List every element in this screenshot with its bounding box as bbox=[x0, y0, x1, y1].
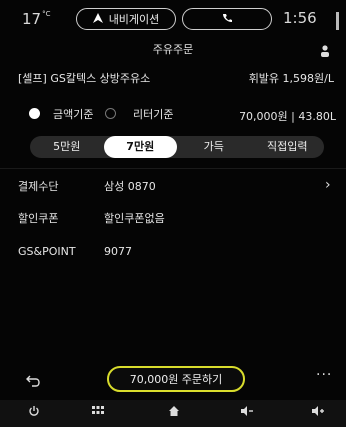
navigation-arrow-icon bbox=[92, 12, 103, 26]
amount-summary: 70,000원 | 43.80L bbox=[239, 110, 336, 123]
home-icon[interactable] bbox=[168, 405, 180, 420]
apps-grid-icon[interactable] bbox=[92, 405, 104, 419]
page-title: 주유주문 bbox=[152, 43, 194, 56]
phone-button[interactable] bbox=[182, 8, 272, 30]
volume-up-icon[interactable] bbox=[311, 405, 325, 420]
liter-basis-label: 리터기준 bbox=[133, 108, 174, 121]
scroll-indicator bbox=[336, 12, 339, 30]
coupon-label: 할인쿠폰 bbox=[18, 212, 59, 225]
navigation-button[interactable]: 내비게이션 bbox=[76, 8, 176, 30]
amount-option-full[interactable]: 가득 bbox=[177, 136, 251, 158]
payment-value[interactable]: 삼성 0870 bbox=[104, 178, 156, 194]
station-name: [셀프] GS칼텍스 상방주유소 bbox=[18, 72, 151, 85]
status-bar: 17°C 내비게이션 1:56 bbox=[0, 0, 346, 36]
chevron-right-icon[interactable]: › bbox=[325, 177, 331, 193]
clock: 1:56 bbox=[283, 9, 317, 27]
liter-basis-radio[interactable] bbox=[105, 108, 116, 119]
amount-option-70k[interactable]: 7만원 bbox=[103, 136, 177, 158]
payment-label: 결제수단 bbox=[18, 180, 59, 193]
coupon-value[interactable]: 할인쿠폰없음 bbox=[104, 210, 165, 226]
order-button[interactable]: 70,000원 주문하기 bbox=[107, 366, 245, 392]
point-value: 9077 bbox=[104, 245, 132, 258]
volume-down-icon[interactable] bbox=[240, 405, 254, 420]
amount-basis-radio[interactable] bbox=[29, 108, 40, 119]
fuel-price: 휘발유 1,598원/L bbox=[248, 72, 334, 85]
amount-basis-label: 금액기준 bbox=[53, 108, 94, 121]
power-icon[interactable] bbox=[28, 405, 40, 420]
back-icon[interactable] bbox=[26, 372, 40, 391]
divider bbox=[0, 168, 346, 169]
amount-option-50k[interactable]: 5만원 bbox=[30, 136, 104, 158]
person-icon[interactable] bbox=[320, 42, 330, 61]
point-label: GS&POINT bbox=[18, 245, 76, 258]
amount-option-custom[interactable]: 직접입력 bbox=[251, 136, 325, 158]
navigation-label: 내비게이션 bbox=[108, 13, 160, 26]
phone-icon bbox=[222, 13, 232, 26]
amount-selector: 5만원 7만원 가득 직접입력 bbox=[30, 136, 324, 158]
temperature: 17°C bbox=[22, 10, 51, 28]
more-icon[interactable]: ··· bbox=[316, 367, 332, 383]
